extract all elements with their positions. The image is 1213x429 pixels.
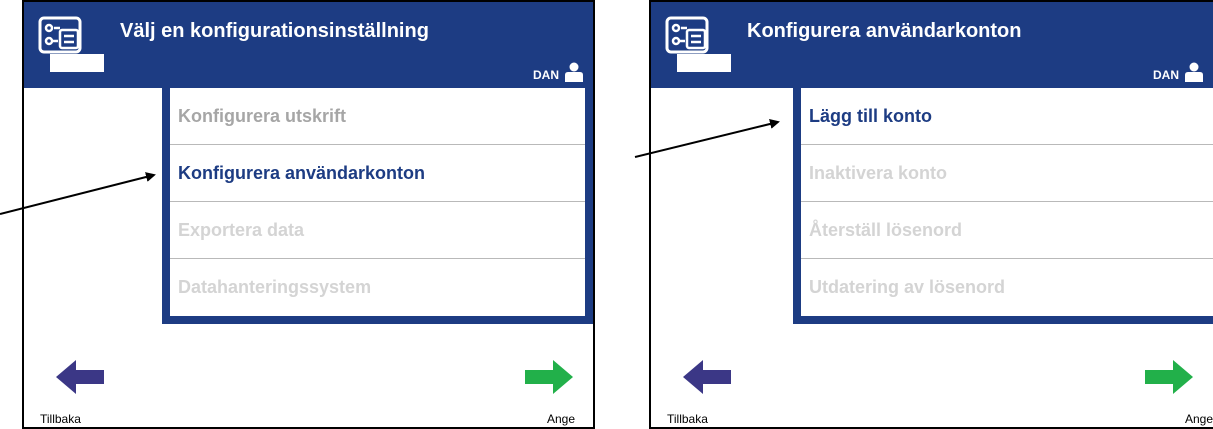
callout-arrow-2 [634, 119, 780, 158]
callout-arrows [0, 119, 780, 215]
callout-arrow-1 [0, 172, 156, 215]
